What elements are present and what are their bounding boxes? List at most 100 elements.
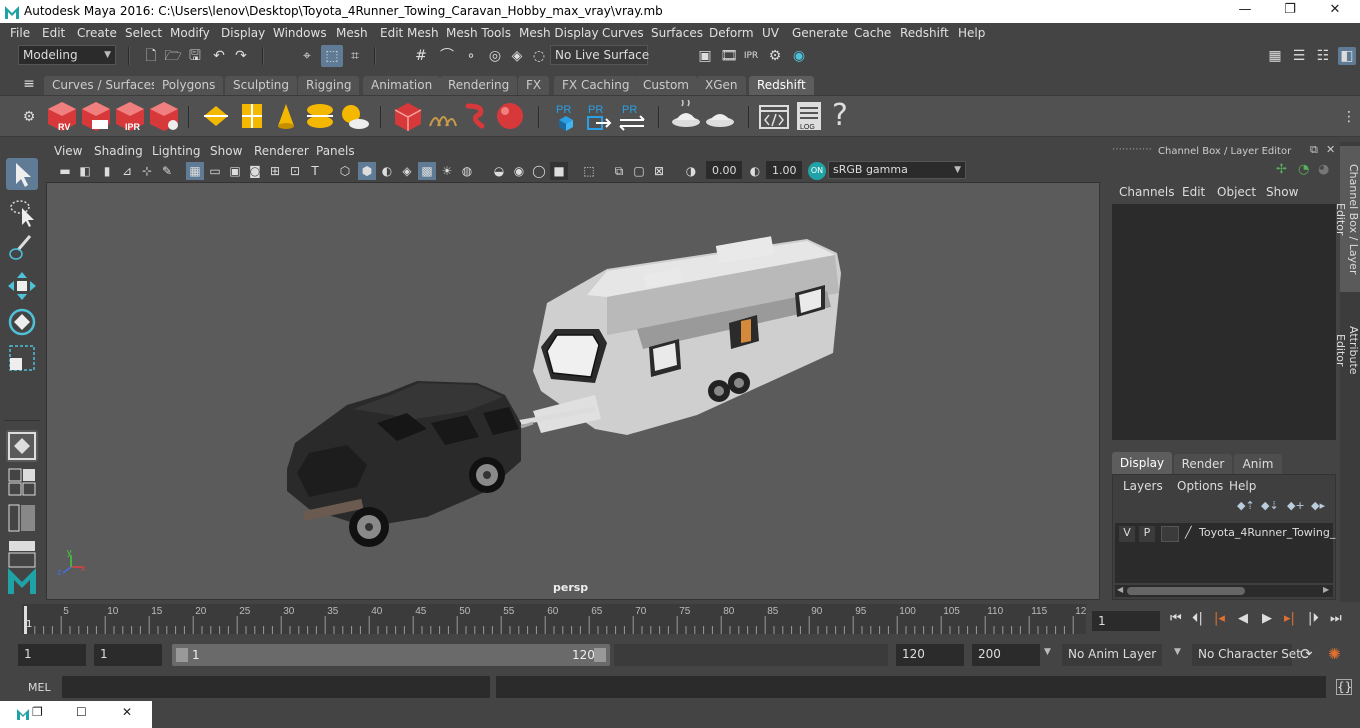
menu-cache[interactable]: Cache <box>854 26 891 40</box>
panel-menu-shading[interactable]: Shading <box>94 144 143 158</box>
wireframe-icon[interactable]: ⬡ <box>336 162 354 180</box>
channel-menu-show[interactable]: Show <box>1266 185 1298 199</box>
animation-end-field[interactable]: 200 <box>972 644 1040 666</box>
tab-channel-box[interactable]: Channel Box / Layer Editor <box>1334 146 1360 292</box>
layer-menu-options[interactable]: Options <box>1177 479 1223 493</box>
redshift-sun-sky-icon[interactable] <box>338 100 370 132</box>
make-live-icon[interactable]: ◌ <box>530 47 548 65</box>
current-frame-field[interactable]: 1 <box>1092 611 1160 631</box>
float-panel-icon[interactable]: ⧉ <box>1310 143 1318 157</box>
redshift-pr-export-icon[interactable]: PR <box>582 100 614 132</box>
tab-fx-caching[interactable]: FX Caching <box>554 76 638 95</box>
shelf-settings-icon[interactable]: ⚙ <box>20 108 38 126</box>
tab-polygons[interactable]: Polygons <box>154 76 224 95</box>
menu-select[interactable]: Select <box>125 26 162 40</box>
maya-home-logo-icon[interactable] <box>6 564 38 596</box>
panel-menu-show[interactable]: Show <box>210 144 242 158</box>
color-management-toggle-icon[interactable]: ON <box>808 162 826 180</box>
motion-blur-icon[interactable]: ◒ <box>490 162 508 180</box>
layer-menu-help[interactable]: Help <box>1229 479 1256 493</box>
panel-menu-renderer[interactable]: Renderer <box>254 144 309 158</box>
panel-grip-icon[interactable]: ⋯⋯⋯⋯ <box>1112 144 1152 155</box>
ambient-occlusion-icon[interactable]: ◍ <box>458 162 476 180</box>
tab-attribute-editor[interactable]: Attribute Editor <box>1334 302 1360 398</box>
lasso-tool-icon[interactable] <box>6 196 38 228</box>
redshift-proxy-icon[interactable] <box>392 100 424 132</box>
scrollbar-thumb[interactable] <box>1127 587 1245 595</box>
redshift-bake-icon[interactable] <box>670 100 702 132</box>
chevron-down-icon[interactable]: ▼ <box>1174 647 1181 657</box>
menu-redshift[interactable]: Redshift <box>900 26 949 40</box>
menu-mesh[interactable]: Mesh <box>336 26 368 40</box>
close-icon[interactable]: ✕ <box>122 705 132 719</box>
tab-animation[interactable]: Animation <box>363 76 441 95</box>
menu-windows[interactable]: Windows <box>273 26 327 40</box>
menu-edit-mesh[interactable]: Edit Mesh <box>380 26 439 40</box>
layer-color-icon[interactable]: ╱ <box>1185 526 1192 539</box>
tab-curves-surfaces[interactable]: Curves / Surfaces <box>44 76 166 95</box>
layer-tab-display[interactable]: Display <box>1112 452 1172 474</box>
multisample-icon[interactable]: ◉ <box>510 162 528 180</box>
restore-icon[interactable]: ❐ <box>32 705 43 719</box>
playback-start-field[interactable]: 1 <box>94 644 162 666</box>
tab-fx[interactable]: FX <box>518 76 550 95</box>
exposure-field[interactable]: 0.00 <box>706 161 742 179</box>
redshift-render-view-icon[interactable]: RV <box>46 100 78 132</box>
time-ruler[interactable]: 5 10 15 20 25 30 35 40 45 50 55 60 65 70 75 80 85 90 95 100… <box>22 604 1086 634</box>
xray-joints-icon[interactable]: ⧉ <box>610 162 628 180</box>
redo-icon[interactable]: ↷ <box>232 47 250 65</box>
channel-menu-object[interactable]: Object <box>1217 185 1256 199</box>
redshift-render-settings-icon[interactable] <box>148 100 180 132</box>
redshift-script-icon[interactable] <box>758 100 790 132</box>
select-object-icon[interactable]: ⬚ <box>321 45 343 67</box>
step-back-frame-icon[interactable]: ⏴| <box>1192 611 1203 626</box>
close-panel-icon[interactable]: ✕ <box>1326 143 1335 156</box>
redshift-pr-cube-icon[interactable]: PR <box>550 100 582 132</box>
camera-attributes-icon[interactable]: ◧ <box>76 162 94 180</box>
redshift-material-ball-icon[interactable] <box>494 100 526 132</box>
auto-key-icon[interactable]: ⟳ <box>1300 645 1313 663</box>
menu-curves[interactable]: Curves <box>602 26 644 40</box>
select-tool-icon[interactable] <box>6 158 38 190</box>
single-perspective-layout-icon[interactable] <box>6 430 38 462</box>
camera-select-icon[interactable]: ▬ <box>56 162 74 180</box>
play-forwards-icon[interactable]: ▶ <box>1262 611 1272 626</box>
step-forward-frame-icon[interactable]: |⏵ <box>1308 611 1319 626</box>
redshift-log-icon[interactable]: LOG <box>794 100 826 132</box>
live-surface-field[interactable]: No Live Surface <box>550 45 649 65</box>
field-chart-icon[interactable]: ⊞ <box>266 162 284 180</box>
menu-create[interactable]: Create <box>77 26 117 40</box>
grease-pencil-icon[interactable]: ✎ <box>158 162 176 180</box>
step-back-key-icon[interactable]: |◂ <box>1214 611 1225 626</box>
tool-settings-toggle-icon[interactable]: ☷ <box>1314 47 1332 65</box>
play-backwards-icon[interactable]: ◀ <box>1238 611 1248 626</box>
redshift-portal-light-icon[interactable] <box>236 100 268 132</box>
backface-cull-icon[interactable]: ⊠ <box>650 162 668 180</box>
new-empty-layer-icon[interactable]: ◆+ <box>1287 499 1305 512</box>
film-gate-icon[interactable]: ▭ <box>206 162 224 180</box>
use-all-lights-icon[interactable]: ▩ <box>418 162 436 180</box>
hyper-icon[interactable]: ◕ <box>1318 162 1329 177</box>
safe-title-icon[interactable]: T <box>306 162 324 180</box>
move-layer-down-icon[interactable]: ◆⇣ <box>1261 499 1279 512</box>
wireframe-on-shaded-icon[interactable]: ◐ <box>378 162 396 180</box>
go-to-start-icon[interactable]: ⏮ <box>1170 611 1182 626</box>
ipr-render-icon[interactable]: IPR <box>742 47 760 65</box>
chevron-down-icon[interactable]: ▼ <box>1044 647 1051 657</box>
tab-rigging[interactable]: Rigging <box>298 76 360 95</box>
xray-components-icon[interactable]: ▢ <box>630 162 648 180</box>
undo-icon[interactable]: ↶ <box>210 47 228 65</box>
layer-horizontal-scrollbar[interactable]: ◀ ▶ <box>1115 585 1333 597</box>
shelf-menu-icon[interactable]: ≡ <box>20 75 38 93</box>
gamma-icon[interactable]: ◐ <box>746 162 764 180</box>
character-set-dropdown[interactable]: No Character Set <box>1192 644 1301 666</box>
paint-select-tool-icon[interactable] <box>6 232 38 264</box>
command-input[interactable] <box>62 676 490 698</box>
snap-surface-icon[interactable]: ◈ <box>508 47 526 65</box>
image-plane-icon[interactable]: ⊿ <box>118 162 136 180</box>
menu-file[interactable]: File <box>10 26 30 40</box>
render-settings-icon[interactable]: ⚙ <box>766 47 784 65</box>
layer-playback-toggle[interactable]: P <box>1139 526 1155 542</box>
select-component-icon[interactable]: ⌗ <box>346 47 364 65</box>
redshift-bake-set-icon[interactable] <box>704 100 736 132</box>
